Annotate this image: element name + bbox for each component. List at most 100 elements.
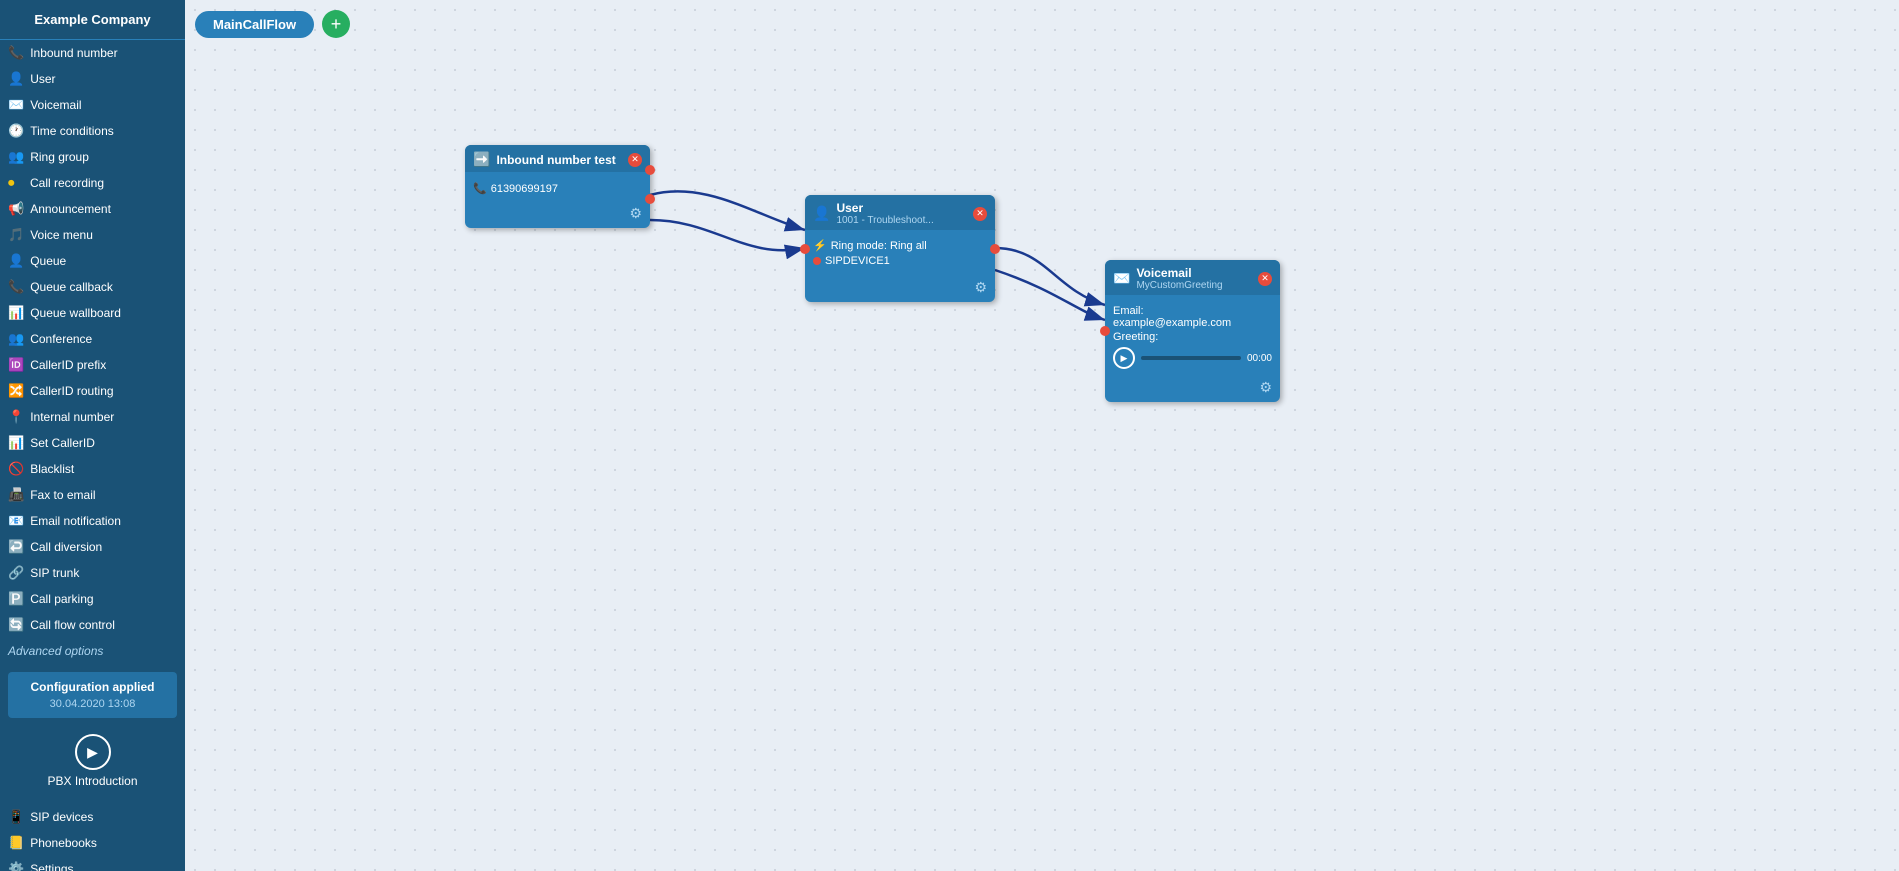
user-gear-icon[interactable]: ⚙: [974, 279, 987, 296]
blacklist-icon: 🚫: [8, 461, 24, 477]
sidebar-item-set-callerid[interactable]: 📊 Set CallerID: [0, 430, 185, 456]
sidebar-label: CallerID prefix: [30, 358, 106, 372]
sidebar: Example Company 📞 Inbound number 👤 User …: [0, 0, 185, 871]
sip-devices-icon: 📱: [8, 809, 24, 825]
sidebar-item-ring-group[interactable]: 👥 Ring group: [0, 144, 185, 170]
sip-trunk-icon: 🔗: [8, 565, 24, 581]
recording-icon: ⏺: [8, 175, 24, 191]
sidebar-label: Internal number: [30, 410, 114, 424]
sidebar-item-sip-devices[interactable]: 📱 SIP devices: [0, 804, 185, 830]
voicemail-node-body: Email: example@example.com Greeting: ▶ 0…: [1105, 295, 1280, 375]
sidebar-item-inbound-number[interactable]: 📞 Inbound number: [0, 40, 185, 66]
user-icon: 👤: [8, 71, 24, 87]
sip-device-label: SIPDEVICE1: [825, 255, 890, 267]
user-footer: ⚙: [805, 275, 995, 302]
sidebar-item-fax-to-email[interactable]: 📠 Fax to email: [0, 482, 185, 508]
sidebar-item-queue-wallboard[interactable]: 📊 Queue wallboard: [0, 300, 185, 326]
sidebar-item-phonebooks[interactable]: 📒 Phonebooks: [0, 830, 185, 856]
sidebar-item-voice-menu[interactable]: 🎵 Voice menu: [0, 222, 185, 248]
inbound-out-dot-top: [645, 165, 655, 175]
ring-mode-label: Ring mode: Ring all: [831, 240, 927, 252]
voicemail-in-dot: [1100, 326, 1110, 336]
sidebar-item-call-recording[interactable]: ⏺ Call recording: [0, 170, 185, 196]
voicemail-gear-icon[interactable]: ⚙: [1259, 379, 1272, 396]
sidebar-item-callerid-prefix[interactable]: 🆔 CallerID prefix: [0, 352, 185, 378]
call-parking-icon: 🅿️: [8, 591, 24, 607]
voicemail-subtitle: MyCustomGreeting: [1136, 280, 1222, 291]
sidebar-item-blacklist[interactable]: 🚫 Blacklist: [0, 456, 185, 482]
voicemail-title: Voicemail: [1136, 266, 1222, 280]
pbx-intro-label: PBX Introduction: [8, 774, 177, 788]
sip-device-row: SIPDEVICE1: [813, 255, 987, 267]
sidebar-item-conference[interactable]: 👥 Conference: [0, 326, 185, 352]
sidebar-label: Queue: [30, 254, 66, 268]
voicemail-node-icon: ✉️: [1113, 270, 1130, 287]
ring-mode-icon: ⚡: [813, 239, 827, 252]
sidebar-label: Voicemail: [30, 98, 81, 112]
call-flow-control-icon: 🔄: [8, 617, 24, 633]
sidebar-item-call-flow-control[interactable]: 🔄 Call flow control: [0, 612, 185, 638]
callerid-routing-icon: 🔀: [8, 383, 24, 399]
inbound-out-dot-bottom: [645, 194, 655, 204]
advanced-options[interactable]: Advanced options: [0, 638, 185, 664]
user-close-button[interactable]: ✕: [973, 207, 987, 221]
voicemail-node[interactable]: ✉️ Voicemail MyCustomGreeting ✕ Email: e…: [1105, 260, 1280, 402]
topbar: MainCallFlow +: [195, 10, 350, 38]
company-name: Example Company: [0, 0, 185, 40]
user-in-dot: [800, 244, 810, 254]
sidebar-label: Inbound number: [30, 46, 117, 60]
sidebar-label: CallerID routing: [30, 384, 113, 398]
voicemail-node-header: ✉️ Voicemail MyCustomGreeting ✕: [1105, 260, 1280, 295]
internal-number-icon: 📍: [8, 409, 24, 425]
sidebar-item-internal-number[interactable]: 📍 Internal number: [0, 404, 185, 430]
pbx-intro[interactable]: ▶ PBX Introduction: [0, 726, 185, 796]
sidebar-item-sip-trunk[interactable]: 🔗 SIP trunk: [0, 560, 185, 586]
add-flow-button[interactable]: +: [322, 10, 350, 38]
sidebar-label: Queue wallboard: [30, 306, 121, 320]
voicemail-footer: ⚙: [1105, 375, 1280, 402]
inbound-number-icon: 📞: [8, 45, 24, 61]
sidebar-item-callerid-routing[interactable]: 🔀 CallerID routing: [0, 378, 185, 404]
fax-icon: 📠: [8, 487, 24, 503]
sidebar-label: Email notification: [30, 514, 121, 528]
inbound-node[interactable]: ➡️ Inbound number test ✕ 📞 61390699197 ⚙: [465, 145, 650, 228]
main-callflow-button[interactable]: MainCallFlow: [195, 11, 314, 38]
greeting-row: Greeting:: [1113, 331, 1272, 343]
inbound-footer: ⚙: [465, 201, 650, 228]
play-button[interactable]: ▶: [1113, 347, 1135, 369]
sidebar-item-user[interactable]: 👤 User: [0, 66, 185, 92]
sidebar-item-announcement[interactable]: 📢 Announcement: [0, 196, 185, 222]
config-box: Configuration applied 30.04.2020 13:08: [8, 672, 177, 718]
user-node-header: 👤 User 1001 - Troubleshoot... ✕: [805, 195, 995, 230]
main-canvas: MainCallFlow + ➡️ Inbound number test ✕: [185, 0, 1899, 871]
progress-bar: [1141, 356, 1241, 360]
pbx-play-icon[interactable]: ▶: [75, 734, 111, 770]
inbound-node-body: 📞 61390699197: [465, 172, 650, 201]
sidebar-item-queue-callback[interactable]: 📞 Queue callback: [0, 274, 185, 300]
inbound-node-header: ➡️ Inbound number test ✕: [465, 145, 650, 172]
sidebar-item-queue[interactable]: 👤 Queue: [0, 248, 185, 274]
sidebar-label: SIP trunk: [30, 566, 79, 580]
sidebar-label: User: [30, 72, 55, 86]
sidebar-label: Set CallerID: [30, 436, 95, 450]
voicemail-email-row: Email: example@example.com: [1113, 305, 1272, 329]
user-node[interactable]: 👤 User 1001 - Troubleshoot... ✕ ⚡ Ring m…: [805, 195, 995, 302]
greeting-label: Greeting:: [1113, 331, 1158, 343]
inbound-gear-icon[interactable]: ⚙: [629, 205, 642, 222]
sidebar-label: Blacklist: [30, 462, 74, 476]
time-icon: 🕐: [8, 123, 24, 139]
voicemail-close-button[interactable]: ✕: [1258, 272, 1272, 286]
phonebooks-icon: 📒: [8, 835, 24, 851]
sidebar-item-call-parking[interactable]: 🅿️ Call parking: [0, 586, 185, 612]
queue-callback-icon: 📞: [8, 279, 24, 295]
sidebar-item-email-notification[interactable]: 📧 Email notification: [0, 508, 185, 534]
inbound-phone-row: 📞 61390699197: [473, 182, 642, 195]
sidebar-item-call-diversion[interactable]: ↩️ Call diversion: [0, 534, 185, 560]
voicemail-header-left: ✉️ Voicemail MyCustomGreeting: [1113, 266, 1223, 291]
sidebar-item-voicemail[interactable]: ✉️ Voicemail: [0, 92, 185, 118]
inbound-close-button[interactable]: ✕: [628, 153, 642, 167]
user-subtitle: 1001 - Troubleshoot...: [836, 215, 933, 226]
sidebar-item-time-conditions[interactable]: 🕐 Time conditions: [0, 118, 185, 144]
sidebar-label: Call flow control: [30, 618, 115, 632]
sidebar-item-settings[interactable]: ⚙️ Settings: [0, 856, 185, 871]
